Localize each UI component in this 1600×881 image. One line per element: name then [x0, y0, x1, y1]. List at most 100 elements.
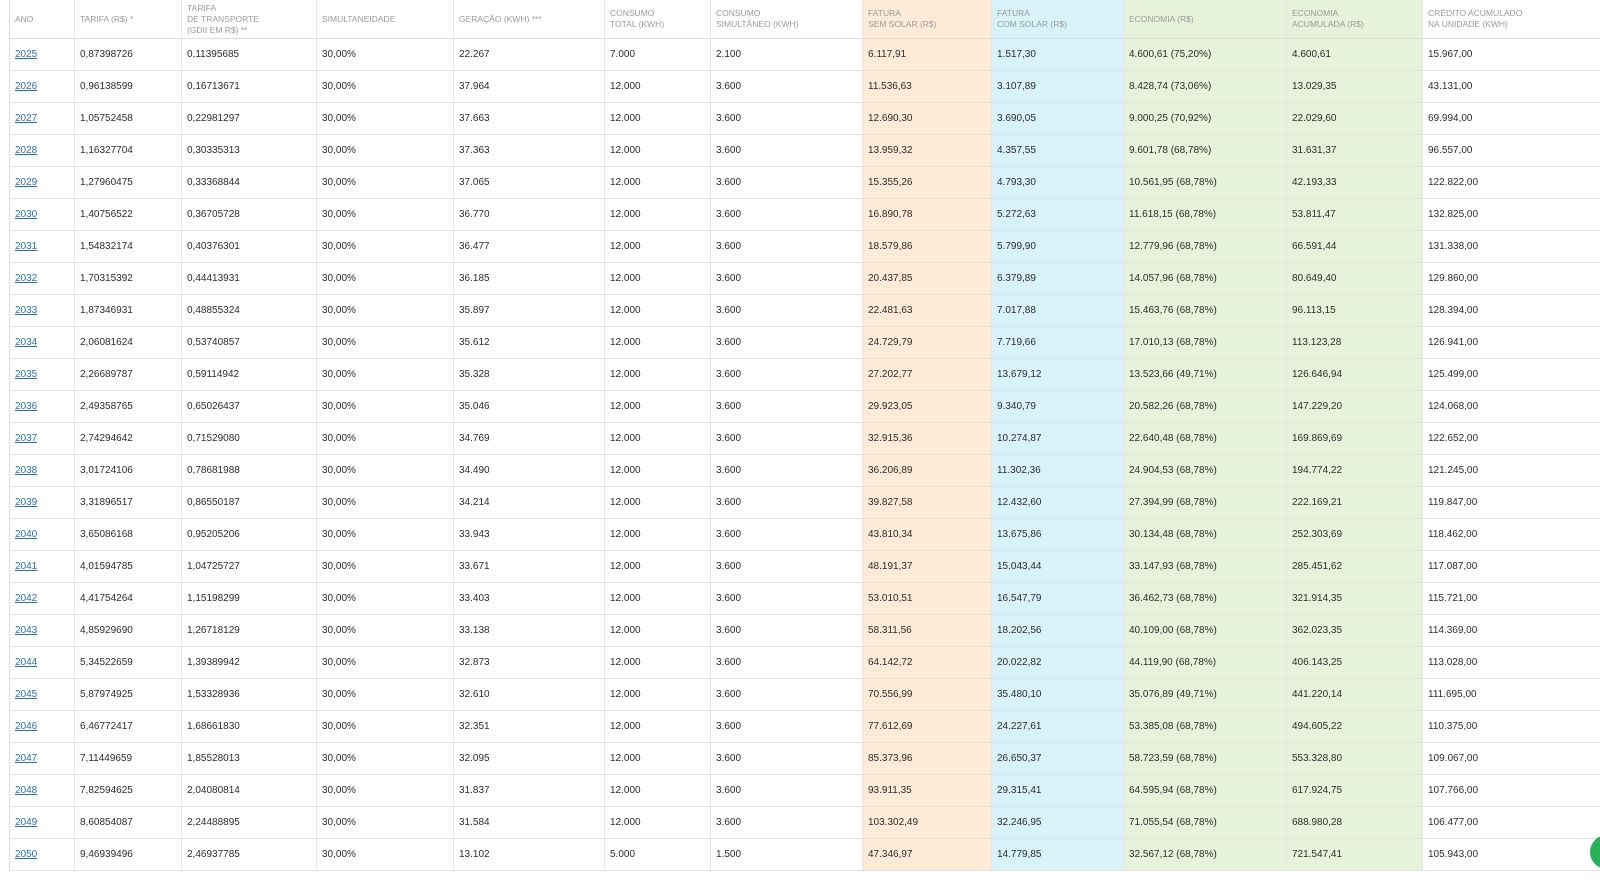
year-link[interactable]: 2048: [15, 785, 37, 796]
cell-credito-acumulado: 132.825,00: [1422, 198, 1600, 231]
cell-geracao: 34.490: [453, 454, 605, 487]
cell-tarifa: 3,01724106: [74, 454, 182, 487]
year-link[interactable]: 2029: [15, 177, 37, 188]
year-link[interactable]: 2038: [15, 465, 37, 476]
cell-economia: 58.723,59 (68,78%): [1123, 742, 1287, 775]
header-label: CONSUMO: [716, 8, 761, 18]
cell-geracao: 22.267: [453, 38, 605, 71]
year-link[interactable]: 2030: [15, 209, 37, 220]
cell-ano: 2043: [9, 614, 75, 647]
cell-consumo-simultaneo: 3.600: [710, 134, 863, 167]
cell-economia-acumulada: 42.193,33: [1286, 166, 1423, 199]
cell-consumo-simultaneo: 3.600: [710, 582, 863, 615]
year-link[interactable]: 2034: [15, 337, 37, 348]
cell-tarifa: 1,27960475: [74, 166, 182, 199]
year-link[interactable]: 2041: [15, 561, 37, 572]
year-link[interactable]: 2045: [15, 689, 37, 700]
cell-tarifa-transporte: 1,85528013: [181, 742, 317, 775]
year-link[interactable]: 2036: [15, 401, 37, 412]
cell-consumo-simultaneo: 3.600: [710, 486, 863, 519]
cell-fatura-sem-solar: 93.911,35: [862, 774, 992, 807]
table-row: 2029 1,27960475 0,33368844 30,00% 37.065 12.0…: [9, 166, 1600, 199]
cell-fatura-sem-solar: 18.579,86: [862, 230, 992, 263]
cell-tarifa: 0,96138599: [74, 70, 182, 103]
cell-consumo-total: 5.000: [604, 838, 711, 871]
cell-consumo-simultaneo: 3.600: [710, 678, 863, 711]
cell-consumo-total: 12.000: [604, 486, 711, 519]
cell-economia: 71.055,54 (68,78%): [1123, 806, 1287, 839]
cell-credito-acumulado: 119.847,00: [1422, 486, 1600, 519]
cell-economia-acumulada: 321.914,35: [1286, 582, 1423, 615]
cell-tarifa-transporte: 1,68661830: [181, 710, 317, 743]
year-link[interactable]: 2039: [15, 497, 37, 508]
cell-credito-acumulado: 126.941,00: [1422, 326, 1600, 359]
cell-tarifa: 2,49358765: [74, 390, 182, 423]
table-row: 2045 5,87974925 1,53328936 30,00% 32.610 12.0…: [9, 678, 1600, 711]
year-link[interactable]: 2042: [15, 593, 37, 604]
header-label: FATURA: [997, 8, 1030, 18]
cell-consumo-total: 12.000: [604, 390, 711, 423]
cell-ano: 2045: [9, 678, 75, 711]
year-link[interactable]: 2031: [15, 241, 37, 252]
cell-geracao: 32.873: [453, 646, 605, 679]
cell-credito-acumulado: 107.766,00: [1422, 774, 1600, 807]
cell-ano: 2040: [9, 518, 75, 551]
year-link[interactable]: 2050: [15, 849, 37, 860]
year-link[interactable]: 2026: [15, 81, 37, 92]
cell-tarifa-transporte: 0,86550187: [181, 486, 317, 519]
year-link[interactable]: 2043: [15, 625, 37, 636]
year-link[interactable]: 2028: [15, 145, 37, 156]
cell-consumo-total: 12.000: [604, 294, 711, 327]
cell-tarifa-transporte: 0,95205206: [181, 518, 317, 551]
cell-credito-acumulado: 69.994,00: [1422, 102, 1600, 135]
cell-simultaneidade: 30,00%: [316, 198, 454, 231]
year-link[interactable]: 2037: [15, 433, 37, 444]
cell-tarifa: 9,46939496: [74, 838, 182, 871]
cell-credito-acumulado: 117.087,00: [1422, 550, 1600, 583]
year-link[interactable]: 2047: [15, 753, 37, 764]
cell-tarifa: 6,46772417: [74, 710, 182, 743]
cell-consumo-simultaneo: 3.600: [710, 646, 863, 679]
cell-tarifa: 1,54832174: [74, 230, 182, 263]
cell-simultaneidade: 30,00%: [316, 422, 454, 455]
cell-economia: 33.147,93 (68,78%): [1123, 550, 1287, 583]
cell-economia-acumulada: 688.980,28: [1286, 806, 1423, 839]
year-link[interactable]: 2046: [15, 721, 37, 732]
year-link[interactable]: 2032: [15, 273, 37, 284]
cell-consumo-simultaneo: 3.600: [710, 198, 863, 231]
cell-fatura-sem-solar: 24.729,79: [862, 326, 992, 359]
cell-simultaneidade: 30,00%: [316, 230, 454, 263]
cell-tarifa-transporte: 0,78681988: [181, 454, 317, 487]
cell-geracao: 36.770: [453, 198, 605, 231]
cell-geracao: 36.477: [453, 230, 605, 263]
year-link[interactable]: 2025: [15, 49, 37, 60]
cell-fatura-com-solar: 18.202,56: [991, 614, 1124, 647]
cell-geracao: 31.584: [453, 806, 605, 839]
year-link[interactable]: 2033: [15, 305, 37, 316]
cell-economia-acumulada: 126.646,94: [1286, 358, 1423, 391]
cell-ano: 2041: [9, 550, 75, 583]
cell-tarifa: 0,87398726: [74, 38, 182, 71]
cell-economia: 11.618,15 (68,78%): [1123, 198, 1287, 231]
year-link[interactable]: 2035: [15, 369, 37, 380]
cell-tarifa: 7,82594625: [74, 774, 182, 807]
year-link[interactable]: 2049: [15, 817, 37, 828]
cell-geracao: 33.671: [453, 550, 605, 583]
cell-economia: 9.601,78 (68,78%): [1123, 134, 1287, 167]
cell-consumo-simultaneo: 3.600: [710, 422, 863, 455]
table-row: 2031 1,54832174 0,40376301 30,00% 36.477 12.0…: [9, 230, 1600, 263]
header-ano: ANO: [9, 0, 75, 39]
cell-consumo-total: 12.000: [604, 70, 711, 103]
cell-consumo-total: 12.000: [604, 102, 711, 135]
year-link[interactable]: 2044: [15, 657, 37, 668]
cell-economia-acumulada: 22.029,60: [1286, 102, 1423, 135]
cell-fatura-com-solar: 4.357,55: [991, 134, 1124, 167]
cell-economia: 17.010,13 (68,78%): [1123, 326, 1287, 359]
year-link[interactable]: 2040: [15, 529, 37, 540]
cell-fatura-com-solar: 3.690,05: [991, 102, 1124, 135]
year-link[interactable]: 2027: [15, 113, 37, 124]
cell-consumo-total: 12.000: [604, 742, 711, 775]
cell-consumo-total: 12.000: [604, 134, 711, 167]
header-tarifa-transporte: TARIFA DE TRANSPORTE (GDII EM R$) **: [181, 0, 317, 39]
cell-fatura-com-solar: 11.302,36: [991, 454, 1124, 487]
